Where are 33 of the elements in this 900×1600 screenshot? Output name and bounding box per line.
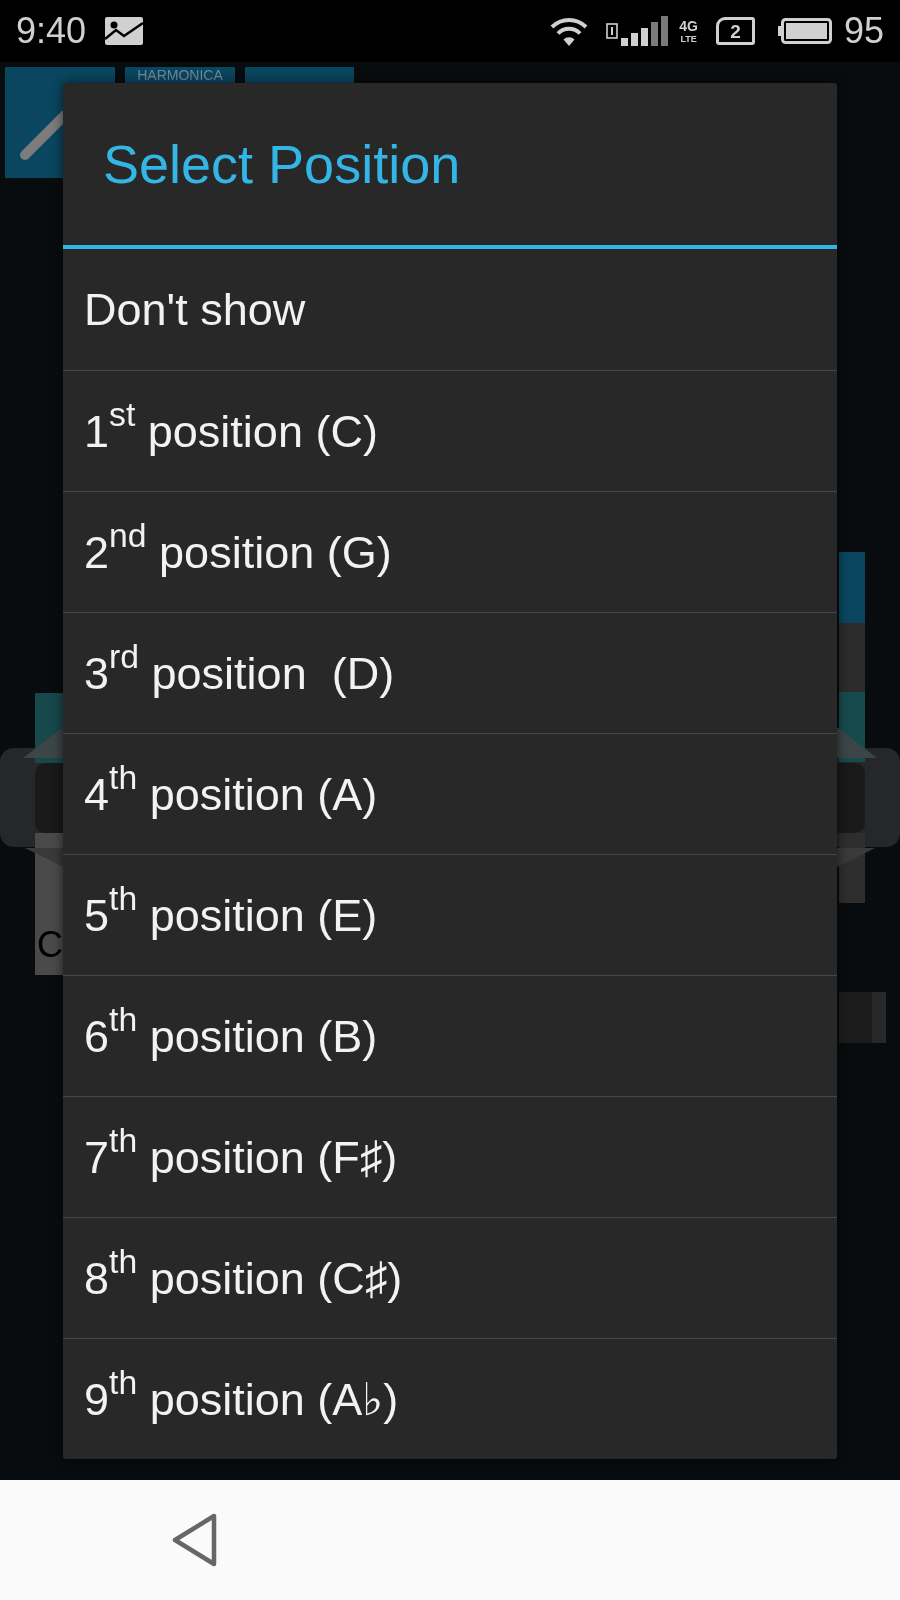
- list-option[interactable]: 5$^{th}$ position (E): [63, 854, 837, 975]
- list-option[interactable]: 1$^{st}$ position (C): [63, 370, 837, 491]
- display-screen: [837, 763, 865, 833]
- list-option[interactable]: 2$^{nd}$ position (G): [63, 491, 837, 612]
- list-option[interactable]: 3$^{rd}$ position (D): [63, 612, 837, 733]
- key-label: C: [36, 927, 63, 963]
- key-tile: [839, 623, 865, 692]
- list-option[interactable]: 7$^{th}$ position (F♯): [63, 1096, 837, 1217]
- tile-label: HARMONICA: [137, 67, 223, 83]
- triangle-icon: [23, 727, 63, 758]
- list-option[interactable]: 4$^{th}$ position (A): [63, 733, 837, 854]
- key-tile: [839, 552, 865, 623]
- list-option[interactable]: 8$^{th}$ position (C♯): [63, 1217, 837, 1338]
- sim-slot-indicator: 2: [715, 17, 755, 45]
- signal-bars-icon: [621, 16, 670, 46]
- display-screen: [35, 763, 63, 833]
- triangle-icon: [837, 848, 875, 867]
- list-option[interactable]: Don't show: [63, 249, 837, 370]
- clock-time: 9:40: [16, 13, 87, 49]
- triangle-icon: [837, 727, 877, 758]
- image-icon: [104, 16, 145, 46]
- battery-icon: [777, 18, 832, 44]
- sim-card-icon: [606, 23, 619, 39]
- diagonal-bar-icon: [19, 111, 63, 161]
- wifi-icon: [549, 16, 590, 46]
- dialog-title: Select Position: [103, 137, 461, 191]
- list-option[interactable]: 9$^{th}$ position (A♭): [63, 1338, 837, 1459]
- list-option[interactable]: 6$^{th}$ position (B): [63, 975, 837, 1096]
- back-button[interactable]: [171, 1513, 217, 1567]
- battery-percent: 95: [843, 13, 884, 49]
- network-subtype-label: LTE: [680, 33, 697, 44]
- network-type-label: 4G: [679, 18, 698, 34]
- triangle-icon: [25, 848, 63, 867]
